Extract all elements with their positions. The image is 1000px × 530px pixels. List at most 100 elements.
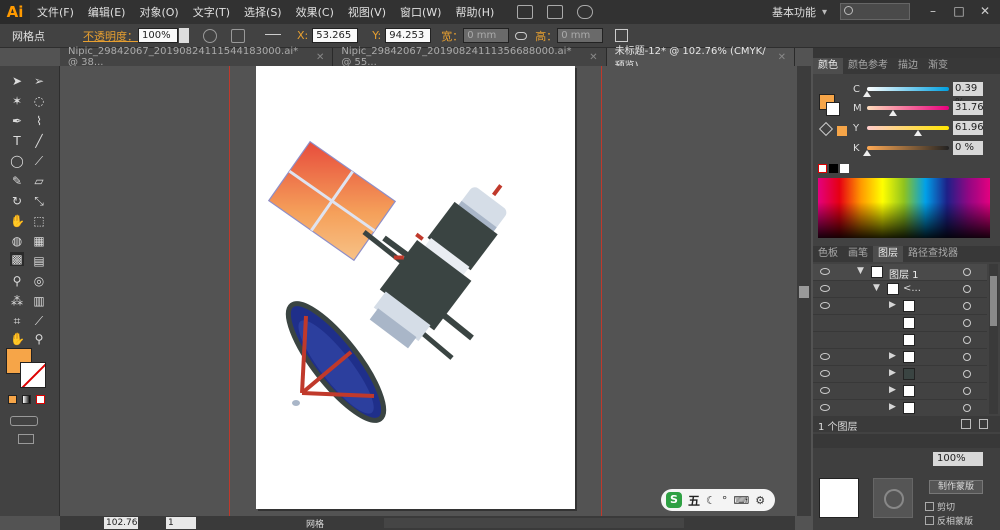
close-button[interactable]: ✕ [977, 4, 993, 18]
transform-icon[interactable] [615, 29, 629, 42]
group-name[interactable]: <... [903, 283, 921, 294]
layer-row[interactable]: ▶ [813, 349, 987, 366]
none-swatch[interactable] [818, 164, 827, 173]
tab-color-guide[interactable]: 颜色参考 [843, 58, 893, 74]
graph-tool-icon[interactable]: ▥ [32, 294, 46, 308]
satellite-artwork[interactable] [256, 66, 575, 509]
ellipse-tool-icon[interactable]: ◯ [10, 154, 24, 168]
satellite-body[interactable] [355, 160, 528, 354]
stroke-swatch[interactable] [20, 362, 46, 388]
eraser-tool-icon[interactable]: ▱ [32, 174, 46, 188]
slider-magenta[interactable]: M 31.76 [853, 100, 984, 116]
gradient-mode-icon[interactable] [22, 395, 31, 404]
eyedropper-tool-icon[interactable]: ⚲ [10, 274, 24, 288]
workspace-switcher[interactable]: 基本功能 [772, 4, 816, 20]
expand-icon[interactable]: ▶ [889, 385, 896, 395]
ime-toolbar[interactable]: S 五 ☾ ° ⌨ ⚙ [661, 489, 775, 511]
opacity-value[interactable]: 100% [933, 452, 983, 466]
tab-stroke[interactable]: 描边 [893, 58, 923, 74]
shape-builder-tool-icon[interactable]: ◍ [10, 234, 24, 248]
height-input[interactable]: 0 mm [557, 28, 604, 43]
tab-layers[interactable]: 图层 [873, 246, 903, 262]
target-icon[interactable] [963, 319, 971, 327]
tab-document-3[interactable]: 未标题-12* @ 102.76% (CMYK/预览) ✕ [606, 46, 795, 72]
eye-icon[interactable] [820, 404, 830, 411]
line-tool-icon[interactable]: ╱ [32, 134, 46, 148]
menu-type[interactable]: 文字(T) [186, 4, 237, 20]
expand-icon[interactable]: ▼ [857, 266, 864, 276]
artboard-tool-icon[interactable]: ⌗ [10, 314, 24, 328]
layer-row[interactable] [813, 315, 987, 332]
slider-track[interactable] [867, 106, 949, 116]
mesh-tool-icon[interactable]: ▩ [10, 252, 24, 266]
new-layer-icon[interactable] [961, 419, 971, 429]
gradient-tool-icon[interactable]: ▤ [32, 254, 46, 268]
type-tool-icon[interactable]: T [10, 134, 24, 148]
gamut-color-swatch[interactable] [837, 126, 847, 136]
scale-tool-icon[interactable]: ⤡ [32, 194, 46, 208]
opacity-input[interactable]: 100% [138, 28, 178, 43]
settings-icon[interactable]: ⚙ [755, 494, 765, 507]
target-icon[interactable] [963, 285, 971, 293]
bridge-icon[interactable] [517, 5, 534, 19]
warp-tool-icon[interactable]: ✋ [10, 214, 25, 228]
color-mode-icon[interactable] [8, 395, 17, 404]
chevron-down-icon[interactable]: ▾ [822, 7, 827, 18]
x-input[interactable]: 53.265 [312, 28, 359, 43]
align-icon[interactable] [231, 28, 245, 43]
magic-wand-tool-icon[interactable]: ✶ [10, 94, 24, 108]
menu-view[interactable]: 视图(V) [341, 4, 393, 20]
eye-icon[interactable] [820, 268, 830, 275]
pencil-tool-icon[interactable]: ✎ [10, 174, 24, 188]
white-swatch[interactable] [840, 164, 849, 173]
canvas[interactable] [60, 66, 795, 516]
slider-track[interactable] [867, 126, 949, 136]
expand-icon[interactable]: ▶ [889, 300, 896, 310]
close-icon[interactable]: ✕ [778, 52, 786, 63]
drawing-mode-icon[interactable] [10, 416, 38, 426]
scrollbar-thumb[interactable] [990, 276, 997, 326]
artboard[interactable] [256, 66, 575, 509]
layer-row[interactable]: ▶ [813, 298, 987, 315]
layer-row[interactable] [813, 332, 987, 349]
menu-file[interactable]: 文件(F) [30, 4, 81, 20]
symbol-sprayer-tool-icon[interactable]: ⁂ [10, 294, 24, 308]
hand-tool-icon[interactable]: ✋ [10, 332, 25, 346]
menu-help[interactable]: 帮助(H) [448, 4, 501, 20]
layer-row[interactable]: ▶ [813, 366, 987, 383]
out-of-gamut-icon[interactable] [818, 121, 834, 137]
pen-tool-icon[interactable]: ✒ [10, 114, 24, 128]
menu-select[interactable]: 选择(S) [237, 4, 289, 20]
recolor-icon[interactable] [203, 28, 217, 43]
slider-track[interactable] [863, 87, 949, 97]
curvature-tool-icon[interactable]: ⌇ [32, 114, 46, 128]
direct-selection-tool-icon[interactable]: ➢ [32, 74, 46, 88]
panel-stroke-swatch[interactable] [826, 102, 840, 116]
eye-icon[interactable] [820, 353, 830, 360]
link-icon[interactable] [515, 31, 528, 40]
tab-document-2[interactable]: Nipic_29842067_20190824111356688000.ai* … [333, 46, 607, 68]
perspective-grid-tool-icon[interactable]: ▦ [32, 234, 46, 248]
help-search-input[interactable] [840, 3, 910, 20]
make-mask-button[interactable]: 制作蒙版 [929, 480, 983, 494]
slider-cyan[interactable]: C 0.39 % [853, 81, 983, 108]
zoom-tool-icon[interactable]: ⚲ [32, 332, 46, 346]
slider-yellow[interactable]: Y 61.96 [853, 120, 984, 136]
tab-brushes[interactable]: 画笔 [843, 246, 873, 262]
zoom-input[interactable]: 102.76 [104, 517, 138, 529]
tab-gradient[interactable]: 渐变 [923, 58, 953, 74]
vertical-scrollbar[interactable] [797, 66, 811, 516]
maximize-button[interactable]: □ [951, 4, 967, 18]
layer-name[interactable]: 图层 1 [889, 266, 919, 281]
slider-knob[interactable] [863, 150, 871, 156]
target-icon[interactable] [963, 353, 971, 361]
selection-tool-icon[interactable]: ➤ [10, 74, 24, 88]
target-icon[interactable] [963, 370, 971, 378]
scrollbar-thumb[interactable] [799, 286, 809, 298]
expand-icon[interactable]: ▶ [889, 351, 896, 361]
screen-mode-icon[interactable] [18, 434, 34, 444]
horizontal-scrollbar[interactable] [384, 518, 685, 528]
paintbrush-tool-icon[interactable]: ⟋ [32, 154, 46, 168]
gpu-performance-icon[interactable] [577, 5, 594, 19]
tab-document-1[interactable]: Nipic_29842067_20190824111544183000.ai* … [60, 46, 334, 68]
